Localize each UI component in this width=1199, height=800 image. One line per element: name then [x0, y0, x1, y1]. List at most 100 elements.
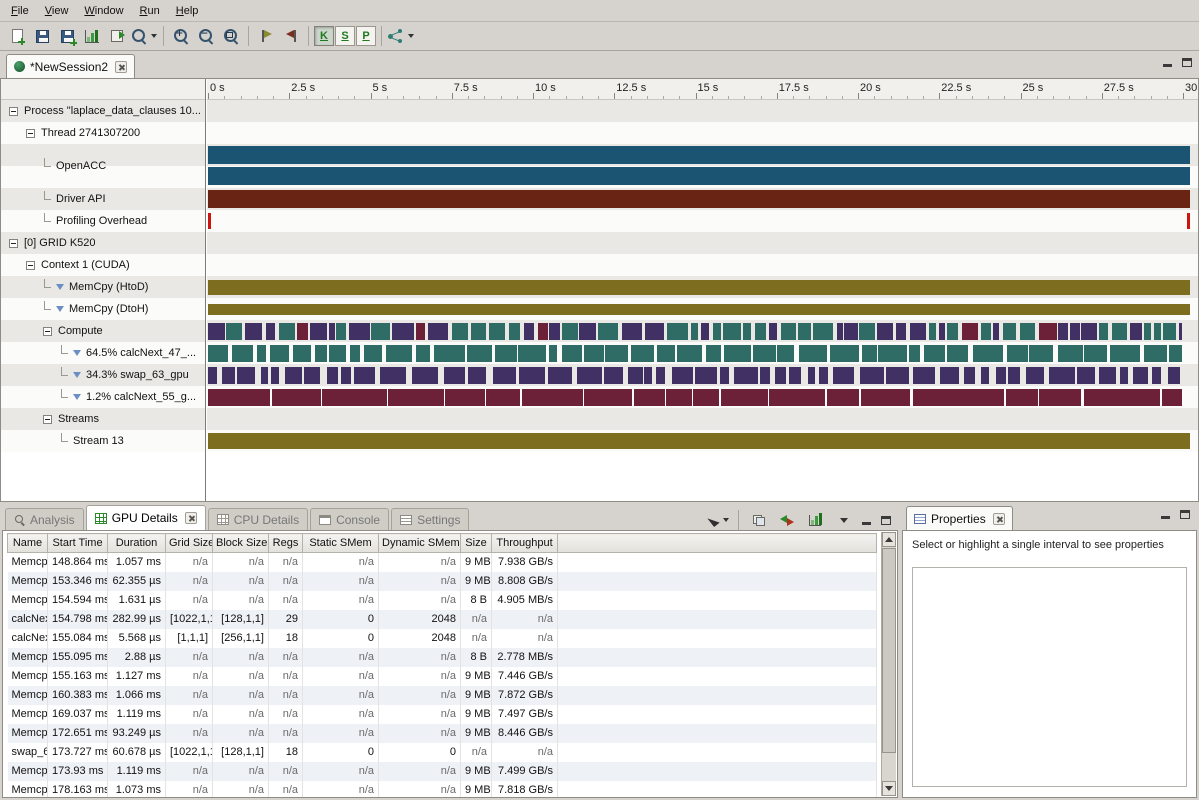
tab-properties[interactable]: Properties: [906, 506, 1013, 530]
prev-marker-button[interactable]: [279, 24, 303, 48]
overhead-marker[interactable]: [208, 213, 211, 229]
minimize-button[interactable]: [1160, 56, 1175, 69]
tab-console[interactable]: Console: [310, 508, 389, 530]
menu-file[interactable]: File: [3, 2, 37, 20]
filter-funnel-icon[interactable]: [56, 284, 64, 290]
column-header[interactable]: Dynamic SMem: [379, 534, 461, 553]
group-view-button[interactable]: [747, 508, 771, 532]
menu-run[interactable]: Run: [132, 2, 168, 20]
table-row[interactable]: Memcpy160.383 ms1.066 msn/an/an/an/an/a9…: [8, 686, 877, 705]
next-marker-button[interactable]: [254, 24, 278, 48]
timeline-interval-bar[interactable]: [208, 304, 1190, 315]
minimize-button[interactable]: [859, 514, 874, 527]
column-header[interactable]: Duration: [108, 534, 166, 553]
select-interval-button[interactable]: [706, 508, 730, 532]
filter-funnel-icon[interactable]: [73, 350, 81, 356]
close-properties-icon[interactable]: [993, 513, 1005, 525]
timeline-interval-bar[interactable]: [208, 367, 1190, 384]
timeline-tree-row[interactable]: Profiling Overhead: [1, 210, 205, 232]
maximize-button[interactable]: [878, 514, 893, 527]
collapse-toggle-icon[interactable]: [9, 107, 18, 116]
table-row[interactable]: Memcpy178.163 ms1.073 msn/an/an/an/an/a9…: [8, 781, 877, 798]
timeline-interval-bar[interactable]: [208, 280, 1190, 295]
table-row[interactable]: calcNext155.084 ms5.568 µs[1,1,1][256,1,…: [8, 629, 877, 648]
menu-help[interactable]: Help: [168, 2, 207, 20]
table-row[interactable]: Memcpy155.163 ms1.127 msn/an/an/an/an/a9…: [8, 667, 877, 686]
overhead-marker[interactable]: [1187, 213, 1190, 229]
timeline-tree-row[interactable]: Driver API: [1, 188, 205, 210]
table-row[interactable]: Memcpy172.651 ms93.249 µsn/an/an/an/an/a…: [8, 724, 877, 743]
maximize-button[interactable]: [1177, 508, 1192, 521]
timeline-interval-bar[interactable]: [208, 345, 1190, 362]
table-row[interactable]: Memcpy173.93 ms1.119 msn/an/an/an/an/a9 …: [8, 762, 877, 781]
filter-funnel-icon[interactable]: [73, 394, 81, 400]
collapse-toggle-icon[interactable]: [26, 129, 35, 138]
timeline-tree-row[interactable]: MemCpy (DtoH): [1, 298, 205, 320]
tab-settings[interactable]: Settings: [391, 508, 469, 530]
column-header[interactable]: Grid Size: [166, 534, 213, 553]
run-analysis-button[interactable]: [387, 24, 415, 48]
menu-window[interactable]: Window: [76, 2, 131, 20]
new-session-button[interactable]: [5, 24, 29, 48]
timeline-interval-bar[interactable]: [208, 146, 1190, 164]
table-row[interactable]: Memcpy155.095 ms2.88 µsn/an/an/an/an/a8 …: [8, 648, 877, 667]
close-session-icon[interactable]: [115, 61, 127, 73]
kernel-filter-toggle[interactable]: K: [314, 26, 334, 46]
view-menu-button[interactable]: [831, 508, 855, 532]
timeline-tree-row[interactable]: Context 1 (CUDA): [1, 254, 205, 276]
timeline-tree-row[interactable]: OpenACC: [1, 144, 205, 188]
timeline-tree-row[interactable]: Stream 13: [1, 430, 205, 452]
menu-view[interactable]: View: [37, 2, 77, 20]
collapse-toggle-icon[interactable]: [26, 261, 35, 270]
table-row[interactable]: Memcpy153.346 ms62.355 µsn/an/an/an/an/a…: [8, 572, 877, 591]
filter-funnel-icon[interactable]: [73, 372, 81, 378]
tab-gpu-details[interactable]: GPU Details: [86, 505, 206, 530]
export-button[interactable]: [105, 24, 129, 48]
scrollbar-thumb[interactable]: [882, 548, 896, 753]
stream-filter-toggle[interactable]: S: [335, 26, 355, 46]
tab-cpu-details[interactable]: CPU Details: [208, 508, 308, 530]
timeline-tree-row[interactable]: Process "laplace_data_clauses 10...: [1, 100, 205, 122]
report-button[interactable]: [80, 24, 104, 48]
column-header[interactable]: Regs: [269, 534, 303, 553]
collapse-toggle-icon[interactable]: [9, 239, 18, 248]
tab-session[interactable]: *NewSession2: [6, 54, 135, 78]
zoom-out-button[interactable]: [194, 24, 218, 48]
timeline-tree-row[interactable]: 1.2% calcNext_55_g...: [1, 386, 205, 408]
collapse-toggle-icon[interactable]: [43, 327, 52, 336]
timeline-interval-bar[interactable]: [208, 389, 1190, 406]
column-header[interactable]: Start Time: [48, 534, 108, 553]
scroll-up-button[interactable]: [882, 532, 896, 547]
zoom-in-button[interactable]: [169, 24, 193, 48]
table-row[interactable]: Memcpy154.594 ms1.631 µsn/an/an/an/an/a8…: [8, 591, 877, 610]
table-row[interactable]: Memcpy169.037 ms1.119 msn/an/an/an/an/a9…: [8, 705, 877, 724]
column-header[interactable]: Block Size: [213, 534, 269, 553]
timeline-interval-bar[interactable]: [208, 190, 1190, 208]
column-header[interactable]: Name: [8, 534, 48, 553]
column-header[interactable]: Size: [461, 534, 492, 553]
column-header[interactable]: Static SMem: [303, 534, 379, 553]
collapse-toggle-icon[interactable]: [43, 415, 52, 424]
column-header[interactable]: Throughput: [492, 534, 558, 553]
save-session-button[interactable]: [30, 24, 54, 48]
filter-funnel-icon[interactable]: [56, 306, 64, 312]
save-as-button[interactable]: [55, 24, 79, 48]
sort-direction-button[interactable]: [775, 508, 799, 532]
zoom-fit-button[interactable]: [219, 24, 243, 48]
timeline-interval-bar[interactable]: [208, 323, 1190, 340]
maximize-button[interactable]: [1179, 56, 1194, 69]
close-tab-icon[interactable]: [185, 512, 197, 524]
timeline-tree-row[interactable]: Streams: [1, 408, 205, 430]
table-scrollbar[interactable]: [881, 532, 896, 796]
export-table-button[interactable]: [803, 508, 827, 532]
timeline-tree-row[interactable]: [0] GRID K520: [1, 232, 205, 254]
tab-analysis[interactable]: Analysis: [5, 508, 84, 530]
timeline-interval-bar[interactable]: [208, 167, 1190, 185]
timeline-tree-row[interactable]: Compute: [1, 320, 205, 342]
table-row[interactable]: swap_63173.727 ms60.678 µs[1022,1,1][128…: [8, 743, 877, 762]
timeline-tree-row[interactable]: Thread 2741307200: [1, 122, 205, 144]
timeline-interval-bar[interactable]: [208, 433, 1190, 449]
table-row[interactable]: calcNext154.798 ms282.99 µs[1022,1,1][12…: [8, 610, 877, 629]
scroll-down-button[interactable]: [882, 781, 896, 796]
timeline-tree-row[interactable]: MemCpy (HtoD): [1, 276, 205, 298]
